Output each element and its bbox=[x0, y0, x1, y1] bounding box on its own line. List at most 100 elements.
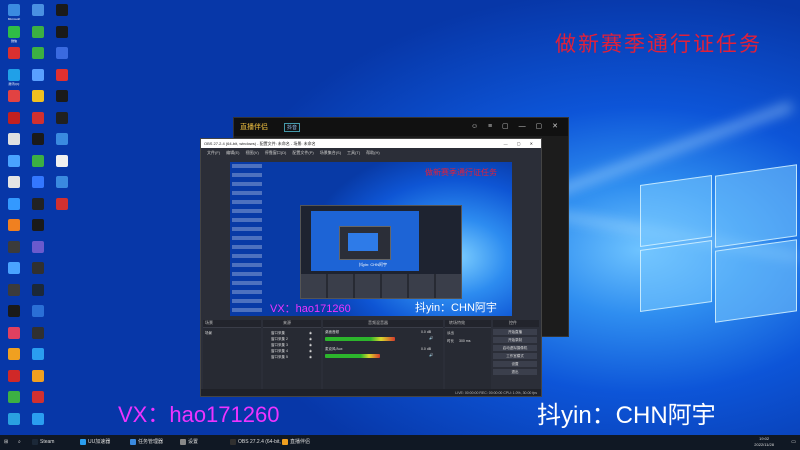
source-visibility-icon[interactable]: ◉ bbox=[309, 337, 312, 342]
desktop-icon[interactable] bbox=[2, 412, 26, 435]
desktop-icon[interactable] bbox=[26, 47, 50, 69]
desktop-icon[interactable] bbox=[50, 90, 74, 112]
control-button[interactable]: 工作室模式 bbox=[493, 353, 537, 359]
taskbar-app[interactable]: Steam bbox=[32, 437, 54, 448]
desktop-icon[interactable] bbox=[2, 262, 26, 284]
desktop-icon[interactable] bbox=[2, 283, 26, 306]
transitions-dock[interactable]: 淡出 时长 300 ms bbox=[445, 327, 491, 390]
taskbar-app[interactable]: 直播伴侣 bbox=[282, 437, 310, 448]
desktop-icon[interactable] bbox=[50, 111, 74, 134]
desktop-icon[interactable] bbox=[26, 4, 50, 26]
obs-menu-item[interactable]: 视图(V) bbox=[245, 150, 258, 156]
desktop-icon[interactable] bbox=[2, 369, 26, 392]
control-button[interactable]: 启动虚拟摄像机 bbox=[493, 345, 537, 351]
source-visibility-icon[interactable]: ◉ bbox=[309, 331, 312, 336]
desktop-icon[interactable] bbox=[2, 348, 26, 370]
desktop-icon[interactable] bbox=[26, 283, 50, 306]
obs-menu-item[interactable]: 工具(T) bbox=[347, 150, 360, 156]
desktop-icon[interactable] bbox=[2, 305, 26, 327]
speaker-icon[interactable]: 🔊 bbox=[429, 353, 433, 358]
desktop-icon[interactable] bbox=[50, 197, 74, 220]
scenes-list[interactable]: 场景 bbox=[203, 327, 261, 390]
desktop-icon[interactable] bbox=[26, 369, 50, 392]
control-button[interactable]: 开始直播 bbox=[493, 329, 537, 335]
taskbar-app[interactable]: OBS 27.2.4 (64-bit, bbox=[230, 437, 281, 448]
desktop-icon[interactable] bbox=[26, 305, 50, 327]
desktop-icon[interactable]: 腾讯QQ bbox=[2, 68, 26, 91]
desktop-icon[interactable] bbox=[2, 133, 26, 155]
desktop-icon[interactable] bbox=[26, 111, 50, 134]
transition-duration-input[interactable]: 300 ms bbox=[459, 339, 470, 344]
companion-titlebar[interactable]: 直播伴侣 抖音 ☺ ≡ ▢ — ▢ ✕ bbox=[234, 118, 568, 136]
desktop-icon[interactable] bbox=[2, 47, 26, 69]
desktop-icon[interactable]: 微信 bbox=[2, 25, 26, 48]
source-item[interactable]: 窗口采集 3 bbox=[271, 343, 288, 348]
desktop-icon[interactable] bbox=[50, 47, 74, 69]
desktop-icon[interactable] bbox=[2, 326, 26, 349]
desktop-icon[interactable] bbox=[26, 197, 50, 220]
desktop-icon[interactable] bbox=[26, 25, 50, 48]
desktop-icon[interactable] bbox=[26, 154, 50, 177]
obs-titlebar[interactable]: OBS 27.2.4 (64-bit, windows) - 配置文件: 未命名… bbox=[201, 139, 541, 148]
obs-menu-item[interactable]: 帮助(H) bbox=[366, 150, 380, 156]
desktop-icon[interactable] bbox=[26, 219, 50, 241]
source-visibility-icon[interactable]: ◉ bbox=[309, 343, 312, 348]
desktop-icon[interactable] bbox=[2, 197, 26, 220]
speaker-icon[interactable]: 🔊 bbox=[429, 336, 433, 341]
control-button[interactable]: 设置 bbox=[493, 361, 537, 367]
companion-window-controls[interactable]: ☺ ≡ ▢ — ▢ ✕ bbox=[471, 122, 562, 130]
desktop-icon[interactable]: Microsoft bbox=[2, 4, 26, 26]
desktop-icon[interactable] bbox=[2, 90, 26, 112]
desktop-icon[interactable] bbox=[50, 133, 74, 155]
taskbar-app[interactable]: UU加速器 bbox=[80, 437, 110, 448]
obs-menu-item[interactable]: 场景集合(S) bbox=[320, 150, 341, 156]
system-clock[interactable]: 19:02 2022/11/28 bbox=[754, 436, 774, 448]
control-button[interactable]: 退出 bbox=[493, 369, 537, 375]
desktop-icon[interactable] bbox=[2, 219, 26, 241]
search-icon[interactable]: ⌕ bbox=[18, 437, 21, 448]
audio-mixer[interactable]: 桌面音频 0.0 dB 🔊 麦克风/Aux 0.0 dB 🔊 bbox=[323, 327, 443, 390]
source-item[interactable]: 窗口采集 2 bbox=[271, 337, 288, 342]
sources-list[interactable]: 窗口采集 ◉ 窗口采集 2 ◉ 窗口采集 3 ◉ 窗口采集 4 ◉ 窗口采集 5 ◉ bbox=[263, 327, 321, 390]
desktop-icon[interactable] bbox=[50, 4, 74, 26]
obs-window[interactable]: OBS 27.2.4 (64-bit, windows) - 配置文件: 未命名… bbox=[200, 138, 542, 397]
desktop-icon[interactable] bbox=[26, 176, 50, 198]
desktop-icon[interactable] bbox=[50, 68, 74, 91]
desktop-icon[interactable] bbox=[26, 391, 50, 413]
obs-window-controls[interactable]: — ▢ ✕ bbox=[504, 141, 537, 146]
desktop-icon[interactable] bbox=[50, 154, 74, 177]
desktop-icon[interactable] bbox=[50, 176, 74, 198]
transition-type[interactable]: 淡出 bbox=[447, 331, 454, 336]
desktop-icon[interactable] bbox=[26, 240, 50, 263]
desktop-icon[interactable] bbox=[2, 176, 26, 198]
obs-menu-item[interactable]: 文件(F) bbox=[207, 150, 220, 156]
obs-preview[interactable]: 做新赛季通行证任务 抖yin: CHN阿宇 VX：hao171260 抖yin：… bbox=[230, 162, 512, 316]
taskbar-app[interactable]: 设置 bbox=[180, 437, 198, 448]
control-button[interactable]: 开始录制 bbox=[493, 337, 537, 343]
notification-icon[interactable]: ▭ bbox=[791, 437, 796, 448]
source-item[interactable]: 窗口采集 bbox=[271, 331, 285, 336]
source-visibility-icon[interactable]: ◉ bbox=[309, 349, 312, 354]
desktop-icon[interactable] bbox=[26, 262, 50, 284]
source-visibility-icon[interactable]: ◉ bbox=[309, 355, 312, 360]
scene-item[interactable]: 场景 bbox=[205, 331, 212, 336]
desktop-icon[interactable] bbox=[26, 133, 50, 155]
taskbar-app[interactable]: 任务管理器 bbox=[130, 437, 163, 448]
desktop-icon[interactable] bbox=[2, 391, 26, 413]
desktop-icon[interactable] bbox=[26, 90, 50, 112]
obs-menu-item[interactable]: 配置文件(P) bbox=[292, 150, 313, 156]
desktop-icon[interactable] bbox=[26, 412, 50, 435]
obs-menu-item[interactable]: 停靠窗口(D) bbox=[265, 150, 287, 156]
source-item[interactable]: 窗口采集 4 bbox=[271, 349, 288, 354]
desktop-icon[interactable] bbox=[26, 68, 50, 91]
desktop-icon[interactable] bbox=[26, 348, 50, 370]
desktop-icon[interactable] bbox=[26, 326, 50, 349]
companion-platform-tag[interactable]: 抖音 bbox=[284, 123, 301, 132]
start-button[interactable]: ⊞ bbox=[4, 437, 8, 448]
desktop-icon[interactable] bbox=[2, 111, 26, 134]
desktop-icon[interactable] bbox=[2, 240, 26, 263]
obs-menu-item[interactable]: 编辑(E) bbox=[226, 150, 239, 156]
desktop-icon[interactable] bbox=[2, 154, 26, 177]
desktop-icon[interactable] bbox=[50, 25, 74, 48]
source-item[interactable]: 窗口采集 5 bbox=[271, 355, 288, 360]
